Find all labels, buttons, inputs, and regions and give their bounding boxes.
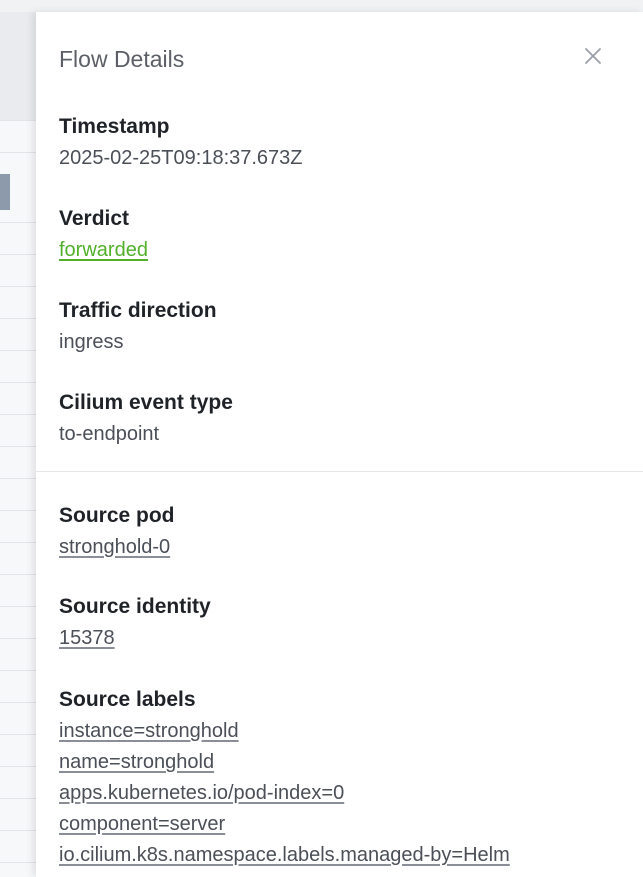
table-row-divider [0, 606, 36, 607]
panel-title: Flow Details [59, 46, 185, 72]
source-pod-label: Source pod [59, 504, 175, 527]
table-row-divider [0, 574, 36, 575]
verdict-section: Verdict forwarded [59, 205, 148, 264]
timestamp-value: 2025-02-25T09:18:37.673Z [59, 147, 303, 169]
source-identity-link[interactable]: 15378 [59, 624, 211, 652]
section-divider [36, 471, 643, 472]
table-row-divider [0, 120, 36, 121]
table-row-divider [0, 382, 36, 383]
table-row-divider [0, 478, 36, 479]
timestamp-label: Timestamp [59, 115, 170, 138]
table-row-divider [0, 318, 36, 319]
event-type-value: to-endpoint [59, 423, 160, 445]
table-row-divider [0, 350, 36, 351]
flows-table-background [0, 12, 36, 877]
selected-flow-row-indicator[interactable] [0, 174, 10, 210]
table-row-divider [0, 414, 36, 415]
source-identity-section: Source identity 15378 [59, 593, 211, 652]
flows-table-header [0, 12, 36, 120]
traffic-direction-section: Traffic direction ingress [59, 297, 217, 356]
source-label-link[interactable]: apps.kubernetes.io/pod-index=0 [59, 779, 510, 807]
table-row-divider [0, 286, 36, 287]
table-row-divider [0, 702, 36, 703]
table-row-divider [0, 222, 36, 223]
close-icon-glyph [585, 48, 601, 64]
table-row-divider [0, 830, 36, 831]
source-identity-label: Source identity [59, 595, 211, 618]
table-row-divider [0, 670, 36, 671]
close-icon[interactable] [582, 45, 604, 67]
app-background-top [0, 0, 643, 12]
source-label-link[interactable]: io.cilium.k8s.namespace.labels.managed-b… [59, 841, 510, 869]
source-pod-section: Source pod stronghold-0 [59, 502, 175, 561]
traffic-direction-value: ingress [59, 331, 124, 353]
table-row-divider [0, 152, 36, 153]
table-row-divider [0, 254, 36, 255]
source-pod-link[interactable]: stronghold-0 [59, 533, 175, 561]
timestamp-section: Timestamp 2025-02-25T09:18:37.673Z [59, 113, 303, 172]
table-row-divider [0, 446, 36, 447]
table-row-divider [0, 638, 36, 639]
source-labels-section: Source labels instance=stronghold name=s… [59, 686, 510, 872]
table-row-divider [0, 862, 36, 863]
table-row-divider [0, 766, 36, 767]
traffic-direction-label: Traffic direction [59, 299, 217, 322]
table-row-divider [0, 510, 36, 511]
verdict-label: Verdict [59, 207, 130, 230]
table-row-divider [0, 734, 36, 735]
source-label-link[interactable]: component=server [59, 810, 510, 838]
source-label-link[interactable]: instance=stronghold [59, 717, 510, 745]
source-labels-list: instance=stronghold name=stronghold apps… [59, 717, 510, 869]
event-type-label: Cilium event type [59, 391, 233, 414]
flow-details-panel: Flow Details Timestamp 2025-02-25T09:18:… [36, 12, 643, 877]
source-label-link[interactable]: name=stronghold [59, 748, 510, 776]
verdict-link[interactable]: forwarded [59, 236, 148, 264]
table-row-divider [0, 542, 36, 543]
source-labels-label: Source labels [59, 688, 196, 711]
event-type-section: Cilium event type to-endpoint [59, 389, 233, 448]
table-row-divider [0, 798, 36, 799]
